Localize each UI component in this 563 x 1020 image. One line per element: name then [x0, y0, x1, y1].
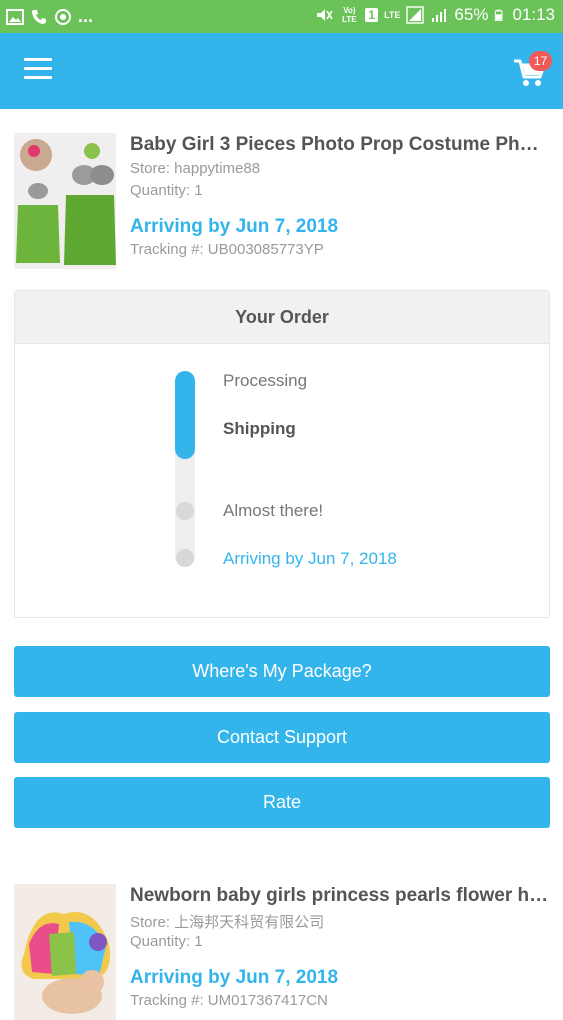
store-name: Store: 上海邦天科贸有限公司: [130, 914, 325, 931]
tracking-number: Tracking #: UM017367417CN: [130, 992, 328, 1009]
progress-fill: [175, 371, 195, 459]
step-arriving: Arriving by Jun 7, 2018: [223, 549, 397, 568]
wheres-my-package-button[interactable]: Where's My Package?: [14, 646, 550, 697]
contact-support-button[interactable]: Contact Support: [14, 712, 550, 763]
step-shipping: Shipping: [223, 419, 296, 438]
step-almost-there: Almost there!: [223, 501, 324, 520]
product-title[interactable]: Baby Girl 3 Pieces Photo Prop Costume Ph…: [130, 134, 550, 156]
store-name: Store: happytime88: [130, 160, 261, 177]
quantity: Quantity: 1: [130, 182, 203, 199]
product-title[interactable]: Newborn baby girls princess pearls flowe…: [130, 885, 550, 907]
card-heading: Your Order: [15, 291, 549, 344]
arrival-date: Arriving by Jun 7, 2018: [130, 967, 339, 988]
product-thumbnail: [14, 133, 116, 269]
step-dot-arriving: [176, 549, 194, 567]
order-item[interactable]: Baby Girl 3 Pieces Photo Prop Costume Ph…: [0, 0, 563, 280]
step-processing: Processing: [223, 371, 308, 390]
arrival-date: Arriving by Jun 7, 2018: [130, 216, 339, 237]
step-dot-almost-there: [176, 502, 194, 520]
quantity: Quantity: 1: [130, 933, 203, 950]
tracking-number: Tracking #: UB003085773YP: [130, 241, 324, 258]
rate-button[interactable]: Rate: [14, 777, 550, 828]
order-status-card: Your Order Processing Shipping Almost th…: [14, 290, 550, 618]
